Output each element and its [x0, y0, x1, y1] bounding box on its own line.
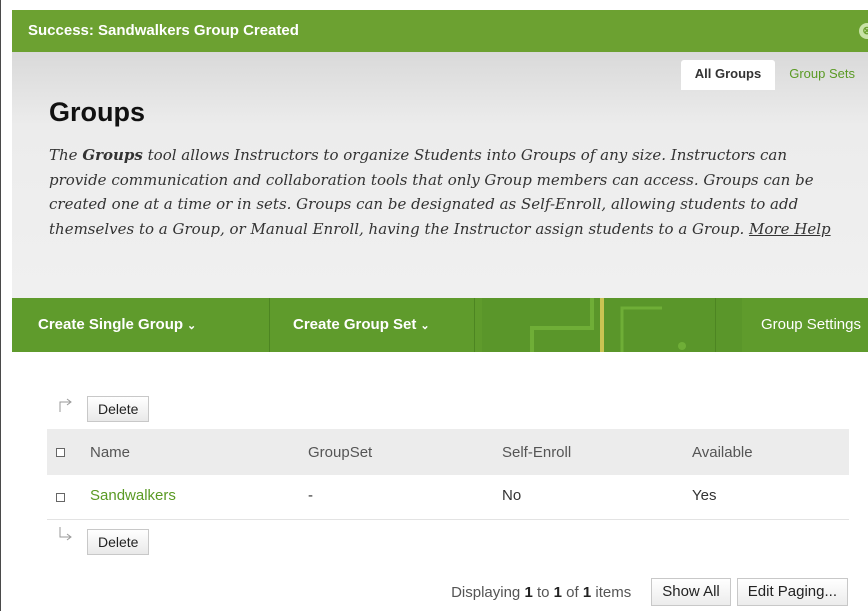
row-checkbox[interactable] [56, 493, 65, 502]
create-group-set-menu[interactable]: Create Group Set ⌄ [293, 298, 430, 352]
group-settings-button[interactable]: Group Settings [761, 298, 861, 352]
more-help-link[interactable]: More Help [749, 220, 831, 238]
pager-prefix: Displaying [451, 583, 525, 601]
chevron-down-icon: ⌄ [187, 320, 197, 332]
desc-text-rest: tool allows Instructors to organize Stud… [49, 146, 814, 238]
desc-tool-name: Groups [82, 146, 143, 164]
chevron-down-icon: ⌄ [420, 320, 430, 332]
divider [715, 298, 716, 352]
pager-suffix: items [591, 583, 632, 601]
create-single-group-menu[interactable]: Create Single Group ⌄ [38, 298, 196, 352]
divider [474, 298, 475, 352]
decorative-circuit-pattern [482, 298, 742, 352]
tab-group-sets[interactable]: Group Sets [775, 60, 868, 90]
show-all-button[interactable]: Show All [651, 578, 731, 606]
column-header-self-enroll[interactable]: Self-Enroll [502, 444, 571, 461]
divider [269, 298, 270, 352]
desc-text: The [49, 146, 83, 164]
edit-paging-button[interactable]: Edit Paging... [736, 578, 848, 606]
view-tabs: All Groups Group Sets [680, 60, 868, 90]
column-header-groupset[interactable]: GroupSet [308, 444, 372, 461]
pager-from: 1 [524, 583, 533, 601]
success-banner: Success: Sandwalkers Group Created ⊗ [12, 10, 868, 52]
page-description: The Groups tool allows Instructors to or… [49, 143, 849, 241]
delete-button-top[interactable]: Delete [87, 396, 150, 422]
delete-button-bottom[interactable]: Delete [87, 529, 150, 555]
table-header: Name GroupSet Self-Enroll Available [47, 429, 849, 475]
pager-of-word: of [562, 583, 583, 601]
cell-self-enroll: No [502, 487, 522, 504]
action-bar: Create Single Group ⌄ Create Group Set ⌄ G… [12, 298, 868, 352]
tab-all-groups[interactable]: All Groups [680, 60, 776, 90]
app-frame: Success: Sandwalkers Group Created ⊗ All… [0, 0, 868, 611]
create-single-group-label: Create Single Group [38, 316, 184, 333]
page-header: All Groups Group Sets Groups The Groups … [12, 52, 868, 298]
pagination-summary: Displaying 1 to 1 of 1 items [451, 584, 631, 601]
column-header-available[interactable]: Available [692, 444, 753, 461]
group-name-link[interactable]: Sandwalkers [90, 487, 176, 504]
cell-available: Yes [692, 487, 717, 504]
table-row: Sandwalkers - No Yes [47, 475, 849, 520]
page-title: Groups [49, 97, 146, 127]
select-all-checkbox[interactable] [56, 448, 65, 457]
column-header-name[interactable]: Name [90, 444, 130, 461]
cell-groupset: - [308, 487, 313, 504]
pager-total: 1 [582, 583, 592, 601]
pager-to-word: to [532, 583, 554, 601]
pagination: Displaying 1 to 1 of 1 items Show All Ed… [451, 578, 848, 606]
success-message: Success: Sandwalkers Group Created [28, 22, 299, 39]
bulk-action-arrow-icon [59, 398, 72, 412]
close-icon[interactable]: ⊗ [859, 23, 868, 39]
pager-to: 1 [553, 583, 562, 601]
create-group-set-label: Create Group Set [293, 316, 417, 333]
bulk-action-arrow-icon [59, 527, 72, 541]
